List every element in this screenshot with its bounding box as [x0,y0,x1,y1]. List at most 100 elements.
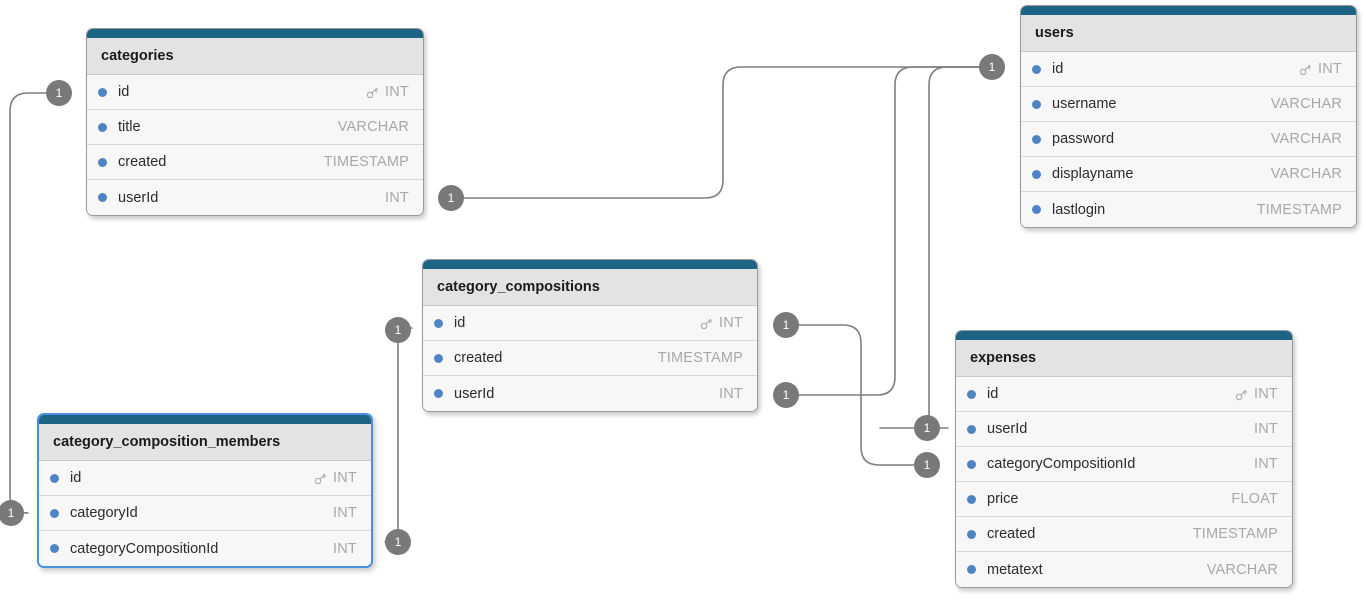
table-row[interactable]: categoryCompositionId INT [39,531,371,566]
column-type: TIMESTAMP [1192,526,1278,542]
table-row[interactable]: categoryCompositionId INT [956,447,1292,482]
column-meta: TIMESTAMP [658,350,743,366]
table-node-categories[interactable]: categories id INT title VARCHAR created TIMEST… [86,28,424,216]
column-name: userId [454,385,495,402]
table-row[interactable]: userId INT [87,180,423,215]
column-meta: VARCHAR [1271,166,1342,182]
column-meta: INT [385,190,409,206]
column-type: INT [385,84,409,100]
column-meta: VARCHAR [1207,562,1278,578]
table-row[interactable]: lastlogin TIMESTAMP [1021,192,1356,227]
cardinality-badge[interactable]: 1 [979,54,1005,80]
column-type: INT [1254,421,1278,437]
column-meta: TIMESTAMP [1193,526,1278,542]
cardinality-badge[interactable]: 1 [385,317,411,343]
column-bullet-icon [1032,99,1041,109]
table-node-expenses[interactable]: expenses id INT userId INT categoryCompositio… [955,330,1293,588]
table-row[interactable]: id INT [39,461,371,496]
column-name: categoryCompositionId [70,540,219,557]
column-meta: FLOAT [1231,491,1278,507]
table-row[interactable]: created TIMESTAMP [956,517,1292,552]
table-row[interactable]: id INT [1021,52,1356,87]
column-name: created [454,350,503,366]
column-name: displayname [1052,166,1134,182]
column-name: created [118,154,167,170]
column-meta: INT [1298,61,1342,77]
relationship-edge[interactable] [459,66,983,199]
table-row[interactable]: userId INT [956,412,1292,447]
table-title[interactable]: categories [87,38,423,75]
table-title[interactable]: category_composition_members [39,424,371,461]
table-row[interactable]: id INT [87,75,423,110]
column-type: VARCHAR [1270,166,1342,182]
table-accent-bar [1021,6,1356,15]
table-title[interactable]: expenses [956,340,1292,377]
column-name: title [118,119,141,135]
column-type: TIMESTAMP [1256,201,1342,218]
cardinality-badge[interactable]: 1 [773,312,799,338]
column-bullet-icon [434,318,443,328]
table-node-category_composition_members[interactable]: category_composition_members id INT categor… [37,413,373,568]
column-bullet-icon [967,424,976,434]
column-name: created [987,526,1036,542]
column-type: INT [333,470,357,486]
table-row[interactable]: metatext VARCHAR [956,552,1292,587]
er-diagram-canvas[interactable]: 1111111111 categories id INT title VARCHAR cr… [0,0,1367,608]
column-name: price [987,491,1019,507]
table-row[interactable]: categoryId INT [39,496,371,531]
column-type: INT [333,540,357,557]
column-bullet-icon [98,87,107,97]
table-row[interactable]: created TIMESTAMP [87,145,423,180]
column-meta: INT [1234,386,1278,402]
primary-key-icon [1234,387,1254,402]
table-accent-bar [39,415,371,424]
table-row[interactable]: price FLOAT [956,482,1292,517]
column-meta: INT [365,84,409,100]
table-title[interactable]: users [1021,15,1356,52]
table-row[interactable]: userId INT [423,376,757,411]
table-columns: id INT userId INT categoryCompositionId INT pr… [956,377,1292,587]
cardinality-badge[interactable]: 1 [385,529,411,555]
table-row[interactable]: username VARCHAR [1021,87,1356,122]
column-bullet-icon [967,529,976,539]
column-type: VARCHAR [1270,96,1342,112]
cardinality-badge[interactable]: 1 [773,382,799,408]
cardinality-badge[interactable]: 1 [438,185,464,211]
relationship-edge[interactable] [384,327,413,543]
column-bullet-icon [967,494,976,504]
table-node-category_compositions[interactable]: category_compositions id INT created TIMESTA… [422,259,758,412]
table-row[interactable]: password VARCHAR [1021,122,1356,157]
table-node-users[interactable]: users id INT username VARCHAR password VARCHAR… [1020,5,1357,228]
column-bullet-icon [50,508,59,518]
column-bullet-icon [967,389,976,399]
column-name: id [987,386,999,402]
table-row[interactable]: displayname VARCHAR [1021,157,1356,192]
primary-key-icon [365,85,385,100]
column-type: TIMESTAMP [323,154,409,170]
column-type: VARCHAR [1206,561,1278,578]
column-meta: VARCHAR [1271,96,1342,112]
column-type: INT [719,315,743,331]
column-name: password [1052,131,1115,147]
cardinality-badge[interactable]: 1 [914,415,940,441]
table-row[interactable]: id INT [956,377,1292,412]
table-accent-bar [956,331,1292,340]
table-columns: id INT username VARCHAR password VARCHAR displ… [1021,52,1356,227]
table-row[interactable]: title VARCHAR [87,110,423,145]
cardinality-badge[interactable]: 1 [914,452,940,478]
column-type: INT [385,189,409,206]
column-meta: INT [313,470,357,486]
column-bullet-icon [1032,64,1041,74]
primary-key-icon [699,316,719,331]
column-bullet-icon [98,193,107,202]
column-meta: INT [699,315,743,331]
column-name: categoryId [70,505,138,521]
table-row[interactable]: id INT [423,306,757,341]
column-bullet-icon [434,389,443,398]
table-title[interactable]: category_compositions [423,269,757,306]
table-row[interactable]: created TIMESTAMP [423,341,757,376]
column-bullet-icon [1032,134,1041,144]
cardinality-badge[interactable]: 1 [46,80,72,106]
table-columns: id INT categoryId INT categoryCompositionId I… [39,461,371,566]
column-bullet-icon [967,459,976,469]
